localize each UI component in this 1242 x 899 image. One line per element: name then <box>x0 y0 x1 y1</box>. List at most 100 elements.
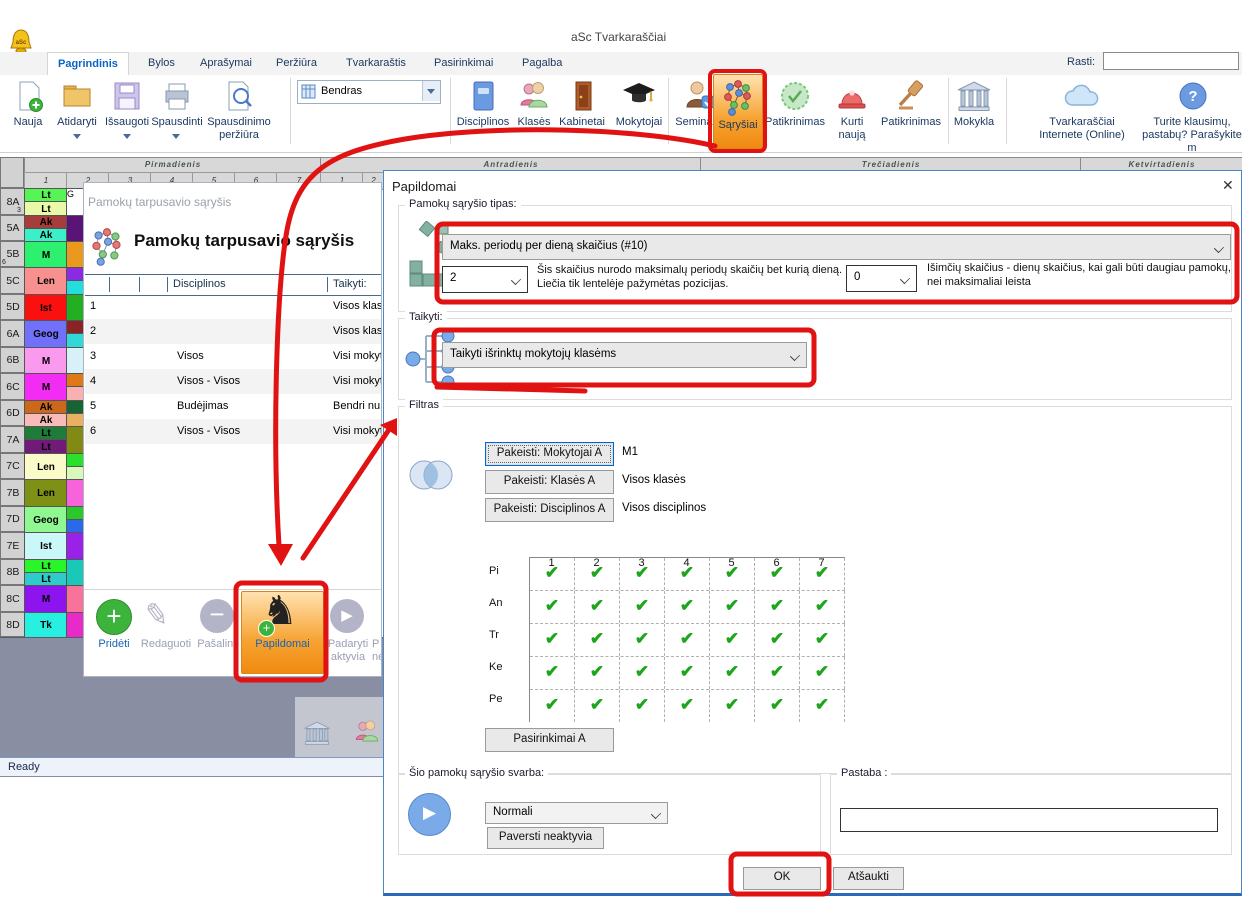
class-label[interactable]: 7B <box>0 479 26 506</box>
subjects-book-icon[interactable] <box>467 79 499 113</box>
classes-button[interactable]: Klasės <box>516 116 552 129</box>
period-check[interactable]: ✔ <box>575 558 620 590</box>
class-label[interactable]: 8B <box>0 559 26 585</box>
period-check[interactable]: ✔ <box>620 591 665 623</box>
period-check[interactable]: ✔ <box>755 624 800 656</box>
class-label[interactable]: 5C <box>0 267 26 294</box>
tab-aprasymai[interactable]: Aprašymai <box>190 52 262 75</box>
relationship-row[interactable]: 4Visos - VisosVisi mokyt <box>85 369 382 394</box>
class-label[interactable]: 7D <box>0 506 26 532</box>
create-new-button[interactable]: Kurti naują <box>830 116 874 142</box>
period-check[interactable]: ✔ <box>620 690 665 722</box>
open-dropdown-caret-icon[interactable] <box>73 134 81 139</box>
class-label[interactable]: 7A <box>0 426 26 453</box>
period-check[interactable]: ✔ <box>530 558 575 590</box>
school-building-icon[interactable] <box>956 79 992 113</box>
print-button[interactable]: Spausdinti <box>150 116 204 129</box>
tab-bylos[interactable]: Bylos <box>138 52 185 75</box>
period-check[interactable]: ✔ <box>710 690 755 722</box>
print-icon[interactable] <box>160 79 194 113</box>
class-label[interactable]: 7C <box>0 453 26 479</box>
class-label[interactable]: 8D <box>0 612 26 637</box>
save-dropdown-caret-icon[interactable] <box>123 134 131 139</box>
period-check[interactable]: ✔ <box>710 624 755 656</box>
period-check[interactable]: ✔ <box>665 558 710 590</box>
importance-dropdown[interactable]: Normali <box>485 802 668 824</box>
change-classes-button[interactable]: Pakeisti: Klasės A <box>485 470 614 494</box>
lesson-cell[interactable]: Tk <box>24 612 68 639</box>
period-check[interactable]: ✔ <box>530 591 575 623</box>
period-check[interactable]: ✔ <box>575 591 620 623</box>
period-check[interactable]: ✔ <box>665 657 710 689</box>
class-label[interactable]: 5D <box>0 294 26 320</box>
selections-button[interactable]: Pasirinkimai A <box>485 728 614 752</box>
tab-pagrindinis[interactable]: Pagrindinis <box>47 52 129 76</box>
apply-dropdown[interactable]: Taikyti išrinktų mokytojų klasėms <box>442 342 807 368</box>
view-combo[interactable]: Bendras <box>297 80 441 104</box>
period-check[interactable]: ✔ <box>710 558 755 590</box>
relationship-row[interactable]: 6Visos - VisosVisi mokyt <box>85 419 382 444</box>
save-floppy-icon[interactable] <box>110 79 144 113</box>
check-gavel-icon[interactable] <box>893 79 929 113</box>
advanced-button[interactable]: ♞ + Papildomai <box>241 591 324 674</box>
tab-perziura[interactable]: Peržiūra <box>266 52 327 75</box>
timetables-online-button[interactable]: Tvarkaraščiai Internete (Online) <box>1032 116 1132 142</box>
lesson-cell[interactable]: Len <box>24 267 68 296</box>
period-check[interactable]: ✔ <box>530 657 575 689</box>
view-combo-button[interactable] <box>422 81 440 101</box>
period-check[interactable]: ✔ <box>620 624 665 656</box>
class-label[interactable]: 8C <box>0 585 26 612</box>
period-check[interactable]: ✔ <box>665 690 710 722</box>
class-label[interactable]: 6B <box>0 347 26 373</box>
count-dropdown[interactable]: 2 <box>442 266 528 293</box>
period-check[interactable]: ✔ <box>800 690 845 722</box>
subjects-button[interactable]: Disciplinos <box>454 116 512 129</box>
add-button[interactable]: Pridėti <box>86 638 142 650</box>
relationships-button[interactable]: Sąryšiai <box>713 74 763 149</box>
period-check[interactable]: ✔ <box>665 624 710 656</box>
seminars-person-check-icon[interactable] <box>683 79 717 113</box>
class-label[interactable]: 7E <box>0 532 26 559</box>
period-check[interactable]: ✔ <box>665 591 710 623</box>
teachers-cap-icon[interactable] <box>621 79 657 113</box>
period-check[interactable]: ✔ <box>530 690 575 722</box>
lesson-cell[interactable]: Ist <box>24 532 68 561</box>
ok-button[interactable]: OK <box>743 867 821 890</box>
lesson-cell[interactable]: M <box>24 373 68 402</box>
open-folder-icon[interactable] <box>60 79 94 113</box>
open-button[interactable]: Atidaryti <box>52 116 102 129</box>
print-preview-icon[interactable] <box>222 79 256 113</box>
period-check[interactable]: ✔ <box>620 657 665 689</box>
save-button[interactable]: Išsaugoti <box>102 116 152 129</box>
verification-button[interactable]: Patikrinimas <box>765 116 825 129</box>
class-label[interactable]: 6A <box>0 320 26 347</box>
help-button[interactable]: Turite klausimų, pastabų? Parašykite m <box>1138 116 1242 155</box>
note-input[interactable] <box>840 808 1218 832</box>
help-question-icon[interactable]: ? <box>1176 79 1210 113</box>
edit-button[interactable]: Redaguoti <box>136 638 196 651</box>
close-icon[interactable]: ✕ <box>1222 177 1234 194</box>
create-new-siren-icon[interactable] <box>835 79 869 113</box>
lesson-cell[interactable]: M <box>24 241 68 269</box>
class-label[interactable]: 8A <box>0 188 26 215</box>
column-header-subjects[interactable]: Disciplinos <box>173 278 226 290</box>
remove-icon[interactable]: − <box>200 599 234 633</box>
next-button-partial[interactable]: P ne <box>372 638 382 664</box>
tab-pasirinkimai[interactable]: Pasirinkimai <box>424 52 503 75</box>
period-check[interactable]: ✔ <box>710 591 755 623</box>
period-check[interactable]: ✔ <box>575 690 620 722</box>
school-button[interactable]: Mokykla <box>950 116 998 129</box>
period-check[interactable]: ✔ <box>530 624 575 656</box>
change-subjects-button[interactable]: Pakeisti: Disciplinos A <box>485 498 614 522</box>
relationship-row[interactable]: 2Visos klasė <box>85 319 382 344</box>
lesson-cell[interactable]: Geog <box>24 320 68 349</box>
tab-pagalba[interactable]: Pagalba <box>512 52 572 75</box>
tab-tvarkarastis[interactable]: Tvarkaraštis <box>336 52 416 75</box>
lesson-cell[interactable]: M <box>24 585 68 614</box>
class-label[interactable]: 6C <box>0 373 26 400</box>
period-check[interactable]: ✔ <box>575 657 620 689</box>
print-preview-button[interactable]: Spausdinimo peržiūra <box>202 116 276 142</box>
class-label[interactable]: 5A <box>0 215 26 241</box>
new-file-icon[interactable] <box>12 79 46 113</box>
class-label[interactable]: 6D <box>0 400 26 426</box>
